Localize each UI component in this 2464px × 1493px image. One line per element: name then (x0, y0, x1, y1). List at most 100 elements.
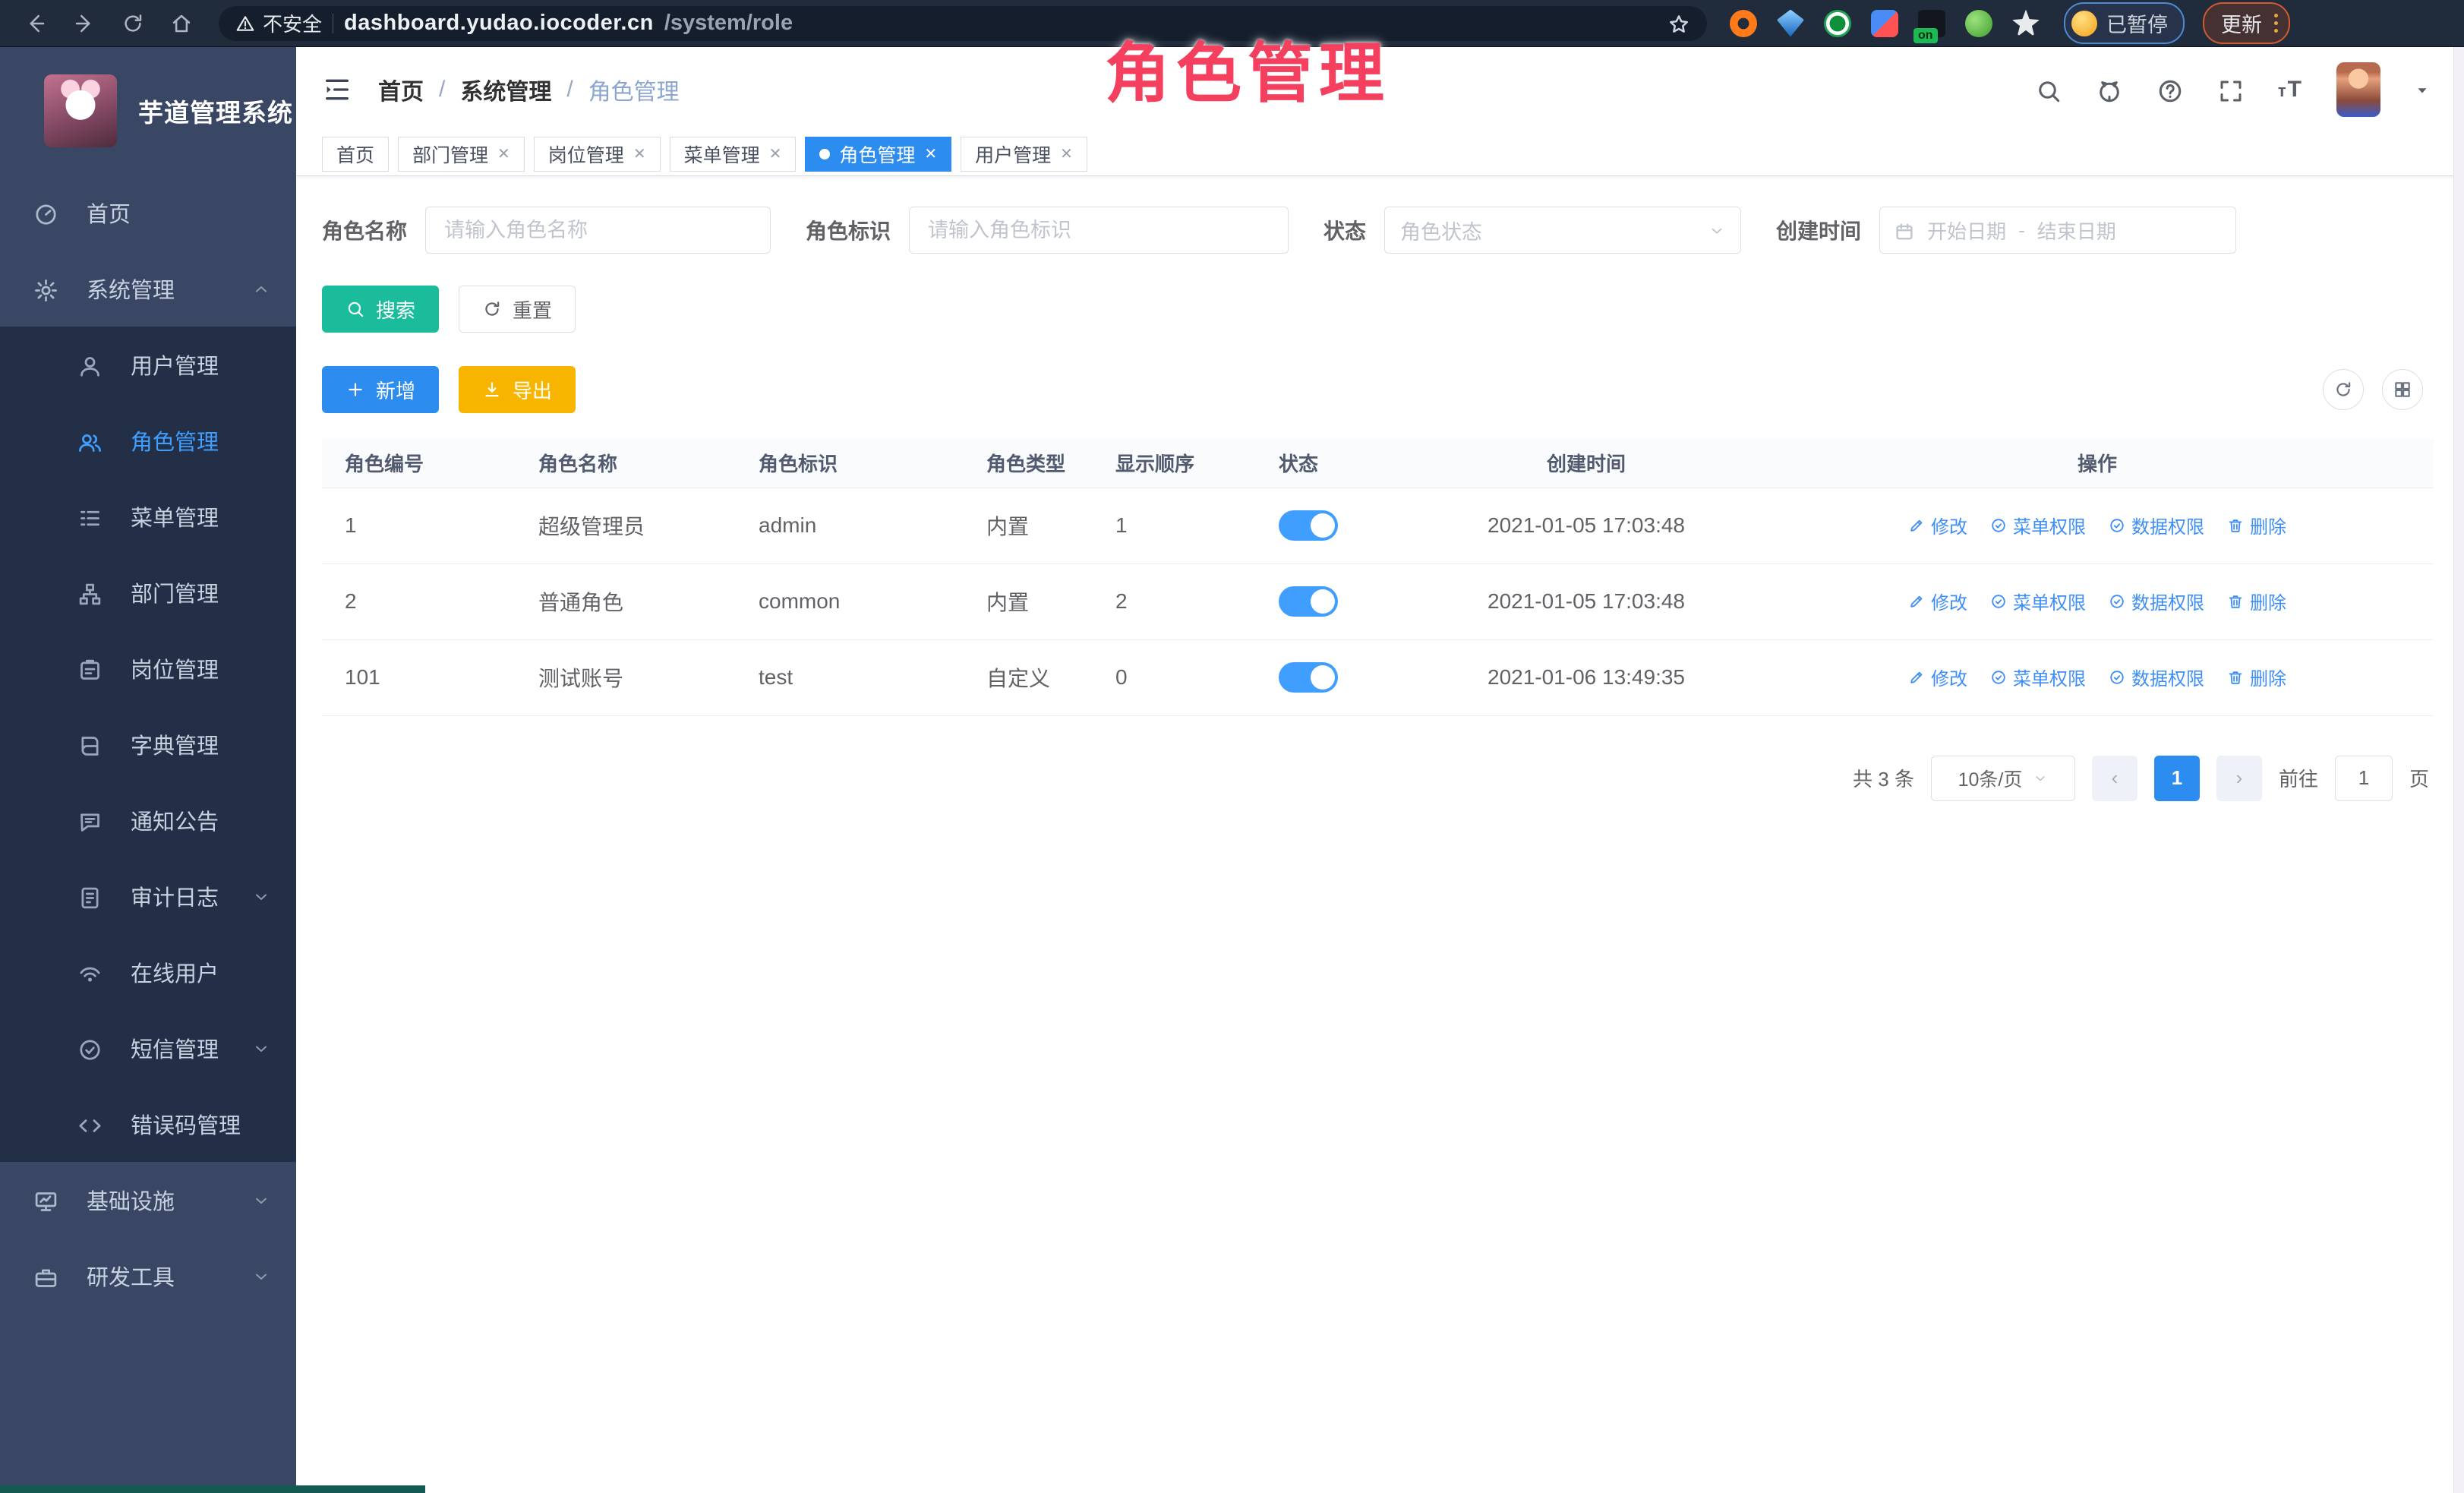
sidebar-item-departments[interactable]: 部门管理 (0, 554, 296, 630)
page-scrollbar[interactable] (2453, 47, 2464, 1493)
browser-back-button[interactable] (14, 5, 58, 42)
role-name-input[interactable] (425, 207, 771, 254)
fullscreen-icon[interactable] (2217, 74, 2245, 106)
date-range-picker[interactable]: 开始日期 - 结束日期 (1879, 207, 2236, 254)
tab-users[interactable]: 用户管理✕ (961, 137, 1087, 172)
reset-button[interactable]: 重置 (459, 286, 576, 333)
help-icon[interactable] (2156, 74, 2184, 106)
extension-icon[interactable] (1777, 10, 1804, 37)
sidebar-item-sms[interactable]: 短信管理 (0, 1010, 296, 1086)
status-toggle[interactable] (1279, 586, 1338, 617)
close-icon[interactable]: ✕ (633, 144, 646, 163)
extensions-area: on (1730, 10, 2040, 37)
search-icon[interactable] (2035, 74, 2062, 106)
delete-link[interactable]: 删除 (2227, 512, 2286, 538)
page-number-1[interactable]: 1 (2154, 756, 2200, 801)
data-permission-link[interactable]: 数据权限 (2109, 664, 2204, 690)
edit-link[interactable]: 修改 (1908, 512, 1967, 538)
browser-menu-icon[interactable] (2274, 14, 2278, 33)
tab-home[interactable]: 首页 (322, 137, 389, 172)
sidebar-item-roles[interactable]: 角色管理 (0, 402, 296, 478)
extension-icon[interactable] (1730, 10, 1757, 37)
tab-departments[interactable]: 部门管理✕ (398, 137, 525, 172)
refresh-table-button[interactable] (2323, 369, 2364, 410)
font-size-icon[interactable]: тT (2278, 77, 2303, 103)
sidebar-item-menus[interactable]: 菜单管理 (0, 478, 296, 554)
search-button[interactable]: 搜索 (322, 286, 439, 333)
bookmark-star-icon[interactable] (1667, 11, 1690, 36)
sidebar-item-dev-tools[interactable]: 研发工具 (0, 1238, 296, 1314)
edit-link[interactable]: 修改 (1908, 664, 1967, 690)
column-settings-button[interactable] (2382, 369, 2423, 410)
close-icon[interactable]: ✕ (497, 144, 510, 163)
sidebar-item-dict[interactable]: 字典管理 (0, 706, 296, 782)
status-toggle[interactable] (1279, 662, 1338, 693)
goto-page-input[interactable] (2335, 756, 2393, 801)
breadcrumb-home[interactable]: 首页 (378, 73, 424, 106)
avatar[interactable] (2336, 62, 2380, 117)
browser-reload-button[interactable] (111, 5, 155, 42)
menu-permission-link[interactable]: 菜单权限 (1990, 664, 2086, 690)
github-icon[interactable] (2096, 74, 2123, 106)
update-label: 更新 (2221, 8, 2262, 38)
role-key-input[interactable] (909, 207, 1289, 254)
export-button[interactable]: 导出 (459, 366, 576, 413)
close-icon[interactable]: ✕ (1060, 144, 1073, 163)
browser-forward-button[interactable] (62, 5, 106, 42)
address-bar[interactable]: 不安全 dashboard.yudao.iocoder.cn/system/ro… (219, 6, 1707, 41)
close-icon[interactable]: ✕ (769, 144, 782, 163)
sidebar-item-audit-log[interactable]: 审计日志 (0, 858, 296, 934)
browser-home-button[interactable] (159, 5, 203, 42)
menu-permission-link[interactable]: 菜单权限 (1990, 512, 2086, 538)
end-date-placeholder[interactable]: 结束日期 (2037, 216, 2116, 245)
sidebar-item-system[interactable]: 系统管理 (0, 251, 296, 327)
extension-icon[interactable] (1871, 10, 1898, 37)
role-key-label: 角色标识 (806, 215, 891, 245)
sidebar-item-users[interactable]: 用户管理 (0, 327, 296, 402)
status-select[interactable]: 角色状态 (1384, 207, 1741, 254)
sidebar-item-error-codes[interactable]: 错误码管理 (0, 1086, 296, 1162)
next-page-button[interactable]: › (2216, 756, 2262, 801)
start-date-placeholder[interactable]: 开始日期 (1927, 216, 2006, 245)
trash-icon (2227, 669, 2244, 686)
tab-posts[interactable]: 岗位管理✕ (534, 137, 661, 172)
add-button[interactable]: 新增 (322, 366, 439, 413)
sidebar-item-notice[interactable]: 通知公告 (0, 782, 296, 858)
download-icon (482, 380, 502, 399)
breadcrumb-system[interactable]: 系统管理 (460, 73, 551, 106)
extension-icon[interactable]: on (1918, 10, 1945, 37)
tab-roles[interactable]: 角色管理✕ (805, 137, 951, 172)
extension-icon[interactable] (1824, 10, 1851, 37)
delete-link[interactable]: 删除 (2227, 664, 2286, 690)
sidebar-item-label: 审计日志 (131, 880, 219, 912)
sidebar-item-label: 研发工具 (87, 1260, 175, 1292)
data-permission-link[interactable]: 数据权限 (2109, 512, 2204, 538)
edit-link[interactable]: 修改 (1908, 588, 1967, 614)
browser-update-button[interactable]: 更新 (2203, 2, 2290, 44)
prev-page-button[interactable]: ‹ (2092, 756, 2137, 801)
sidebar-item-infrastructure[interactable]: 基础设施 (0, 1162, 296, 1238)
refresh-icon (482, 299, 502, 319)
not-secure-indicator[interactable]: 不安全 (235, 9, 322, 37)
menu-permission-link[interactable]: 菜单权限 (1990, 588, 2086, 614)
sidebar-item-label: 短信管理 (131, 1032, 219, 1064)
app-logo[interactable]: 芋道管理系统 (0, 47, 296, 175)
user-menu-caret-icon[interactable] (2414, 80, 2431, 99)
warning-icon (235, 14, 255, 33)
profile-paused-chip[interactable]: 已暂停 (2064, 2, 2185, 44)
page-size-select[interactable]: 10条/页 (1931, 756, 2075, 801)
sidebar-collapse-icon[interactable] (322, 74, 352, 105)
sidebar-item-online-users[interactable]: 在线用户 (0, 934, 296, 1010)
status-label: 状态 (1323, 215, 1366, 245)
close-icon[interactable]: ✕ (924, 144, 937, 163)
browser-toolbar: 不安全 dashboard.yudao.iocoder.cn/system/ro… (0, 0, 2464, 47)
status-toggle[interactable] (1279, 510, 1338, 541)
sidebar-item-posts[interactable]: 岗位管理 (0, 630, 296, 706)
extension-icon[interactable] (1965, 10, 1992, 37)
circle-check-icon (1990, 669, 2007, 686)
data-permission-link[interactable]: 数据权限 (2109, 588, 2204, 614)
sidebar-item-home[interactable]: 首页 (0, 175, 296, 251)
delete-link[interactable]: 删除 (2227, 588, 2286, 614)
tab-menus[interactable]: 菜单管理✕ (670, 137, 797, 172)
extensions-puzzle-icon[interactable] (2012, 10, 2040, 37)
